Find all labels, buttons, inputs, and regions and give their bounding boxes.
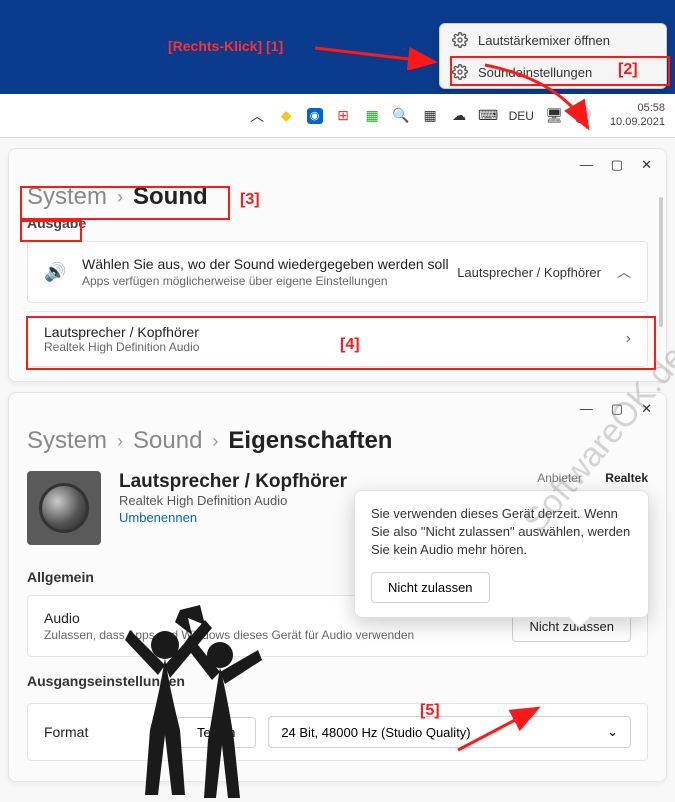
annotation-arrow-5 bbox=[448, 700, 548, 760]
provider-key: Anbieter bbox=[537, 471, 582, 485]
tray-app-icon[interactable]: 🔍 bbox=[393, 107, 410, 124]
window-close-button[interactable]: ✕ bbox=[641, 401, 652, 417]
tray-app-icon[interactable]: ⊞ bbox=[335, 107, 352, 124]
device-driver: Realtek High Definition Audio bbox=[44, 340, 626, 354]
provider-info: Anbieter Realtek bbox=[537, 471, 648, 485]
menu-open-mixer-label: Lautstärkemixer öffnen bbox=[478, 33, 610, 48]
chevron-right-icon: › bbox=[117, 431, 123, 452]
section-output-label: Ausgabe bbox=[9, 215, 666, 231]
annotation-marker-2: [2] bbox=[618, 61, 638, 79]
breadcrumb-sound: Sound bbox=[133, 183, 208, 211]
format-row: Format Testen 24 Bit, 48000 Hz (Studio Q… bbox=[27, 703, 648, 761]
window-minimize-button[interactable]: — bbox=[580, 401, 593, 417]
output-current: Lautsprecher / Kopfhörer bbox=[457, 265, 601, 280]
window-minimize-button[interactable]: — bbox=[580, 157, 593, 173]
format-label: Format bbox=[44, 724, 164, 740]
chevron-right-icon: › bbox=[626, 330, 631, 348]
breadcrumb-system[interactable]: System bbox=[27, 427, 107, 455]
taskbar-clock[interactable]: 05:58 10.09.2021 bbox=[610, 102, 665, 128]
annotation-arrow-2 bbox=[480, 60, 600, 134]
window-close-button[interactable]: ✕ bbox=[641, 157, 652, 173]
output-selection-card[interactable]: 🔊 Wählen Sie aus, wo der Sound wiedergeg… bbox=[27, 241, 648, 303]
tray-calendar-icon[interactable]: ▦ bbox=[422, 107, 439, 124]
header-area: Lautstärkemixer öffnen Soundeinstellunge… bbox=[0, 0, 675, 94]
chevron-up-icon: ︿ bbox=[617, 262, 631, 282]
breadcrumb: System › Sound › Eigenschaften bbox=[9, 425, 666, 459]
tooltip-message: Sie verwenden dieses Gerät derzeit. Wenn… bbox=[371, 505, 632, 560]
output-title: Wählen Sie aus, wo der Sound wiedergegeb… bbox=[82, 256, 457, 272]
window-maximize-button[interactable]: ▢ bbox=[611, 401, 623, 417]
breadcrumb-properties: Eigenschaften bbox=[228, 427, 392, 455]
tray-chevron-up-icon[interactable]: ︿ bbox=[249, 107, 266, 124]
tooltip-disallow-button[interactable]: Nicht zulassen bbox=[371, 572, 490, 603]
annotation-right-click: [Rechts-Klick] [1] bbox=[168, 38, 283, 54]
tray-shield-icon[interactable]: ◆ bbox=[278, 107, 295, 124]
disallow-tooltip: Sie verwenden dieses Gerät derzeit. Wenn… bbox=[354, 490, 649, 618]
clock-date: 10.09.2021 bbox=[610, 116, 665, 129]
clock-time: 05:58 bbox=[637, 102, 665, 115]
gear-icon bbox=[452, 32, 468, 48]
chevron-right-icon: › bbox=[212, 431, 218, 452]
gear-icon bbox=[452, 64, 468, 80]
output-device-row[interactable]: Lautsprecher / Kopfhörer Realtek High De… bbox=[27, 311, 648, 367]
chevron-down-icon: ⌄ bbox=[607, 724, 618, 740]
breadcrumb-sound[interactable]: Sound bbox=[133, 427, 202, 455]
format-value: 24 Bit, 48000 Hz (Studio Quality) bbox=[281, 725, 470, 740]
window-maximize-button[interactable]: ▢ bbox=[611, 157, 623, 173]
breadcrumb-system[interactable]: System bbox=[27, 183, 107, 211]
device-title: Lautsprecher / Kopfhörer bbox=[119, 471, 347, 493]
annotation-arrow-1 bbox=[315, 30, 443, 70]
device-name: Lautsprecher / Kopfhörer bbox=[44, 324, 626, 340]
speaker-icon: 🔊 bbox=[44, 262, 68, 283]
tray-app-icon[interactable]: ◉ bbox=[307, 108, 323, 124]
speaker-device-icon bbox=[27, 471, 101, 545]
chevron-right-icon: › bbox=[117, 187, 123, 208]
window-titlebar: — ▢ ✕ bbox=[9, 149, 666, 181]
annotation-marker-4: [4] bbox=[340, 336, 360, 354]
device-subtitle: Realtek High Definition Audio bbox=[119, 493, 347, 508]
provider-value: Realtek bbox=[605, 471, 648, 485]
audio-sublabel: Zulassen, dass Apps und Windows dieses G… bbox=[44, 628, 414, 642]
annotation-marker-3: [3] bbox=[240, 191, 260, 209]
output-subtitle: Apps verfügen möglicherweise über eigene… bbox=[82, 274, 457, 288]
menu-open-mixer[interactable]: Lautstärkemixer öffnen bbox=[440, 24, 666, 56]
rename-link[interactable]: Umbenennen bbox=[119, 510, 347, 525]
test-button[interactable]: Testen bbox=[176, 717, 256, 748]
scrollbar[interactable] bbox=[659, 197, 663, 327]
window-titlebar: — ▢ ✕ bbox=[9, 393, 666, 425]
audio-label: Audio bbox=[44, 610, 80, 626]
settings-sound-window: — ▢ ✕ System › Sound Ausgabe 🔊 Wählen Si… bbox=[8, 148, 667, 382]
tray-app-icon[interactable]: ▦ bbox=[364, 107, 381, 124]
tray-cloud-icon[interactable]: ☁ bbox=[451, 107, 468, 124]
breadcrumb: System › Sound bbox=[9, 181, 666, 215]
section-output-settings-label: Ausgangseinstellungen bbox=[9, 657, 666, 695]
annotation-marker-5: [5] bbox=[420, 702, 440, 720]
